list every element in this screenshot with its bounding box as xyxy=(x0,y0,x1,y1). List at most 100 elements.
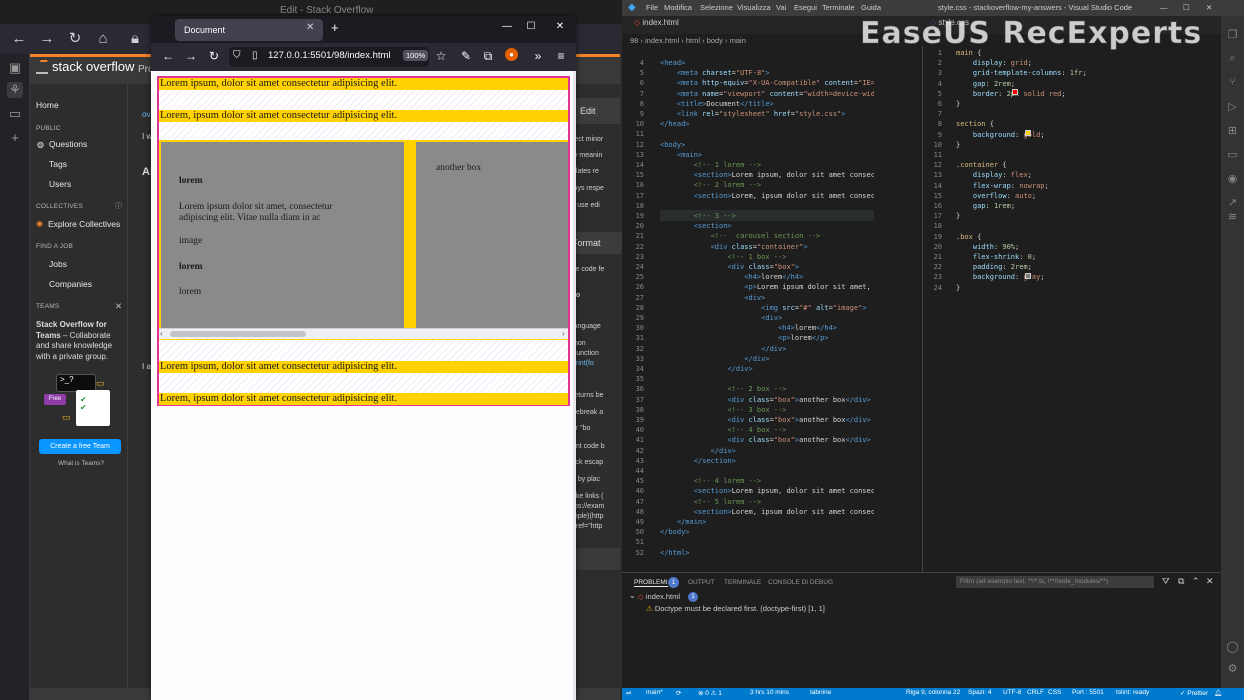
zoom-indicator[interactable]: 100% xyxy=(403,50,429,61)
code-line[interactable]: <!-- carousel section --> xyxy=(660,231,821,241)
window-close-icon[interactable]: ✕ xyxy=(553,21,567,32)
account-icon[interactable]: ◯ xyxy=(1225,640,1240,655)
code-line[interactable]: </div> xyxy=(660,446,736,456)
docker-icon[interactable]: ≋ xyxy=(1225,210,1240,225)
panel-chevron-up-icon[interactable]: ⌃ xyxy=(1192,576,1200,587)
extensions-icon[interactable]: ⊞ xyxy=(1225,124,1240,139)
forward-icon[interactable]: → xyxy=(38,30,56,48)
code-line[interactable]: } xyxy=(956,211,960,221)
bookmark-star-icon[interactable]: ☆ xyxy=(433,49,449,63)
collapse-all-icon[interactable]: ⧉ xyxy=(1178,576,1184,587)
sidebar-item-home[interactable]: Home xyxy=(36,100,59,110)
code-line[interactable]: <section>Lorem ipsum, dolor sit amet con… xyxy=(660,486,874,496)
tab-index-html[interactable]: ◇ index.html xyxy=(634,18,679,27)
problem-message[interactable]: ⚠ Doctype must be declared first. (docty… xyxy=(646,604,825,613)
status-language[interactable]: CSS xyxy=(1048,689,1061,696)
code-line[interactable]: </html> xyxy=(660,548,690,558)
menu-selezione[interactable]: Selezione xyxy=(700,3,733,12)
explorer-icon[interactable]: ❐ xyxy=(1225,28,1240,43)
code-line[interactable]: <!-- 1 box --> xyxy=(660,252,786,262)
code-line[interactable]: } xyxy=(956,283,960,293)
problems-filter-input[interactable]: Filtro (ad esempio text, **/*.ts, !**/no… xyxy=(956,576,1154,588)
maximize-icon[interactable]: ☐ xyxy=(524,21,538,32)
scroll-right-arrow-icon[interactable]: › xyxy=(562,329,565,338)
code-line[interactable]: <!-- 3 --> xyxy=(660,211,736,221)
sidebar-item-users[interactable]: Users xyxy=(49,179,71,189)
shield-icon[interactable]: ⛉ xyxy=(233,50,241,61)
forward-icon[interactable]: → xyxy=(183,49,199,63)
code-line[interactable]: <div> xyxy=(660,313,782,323)
so-button-fragment[interactable] xyxy=(576,548,620,570)
color-swatch-icon[interactable] xyxy=(1012,89,1018,95)
reload-icon[interactable]: ↻ xyxy=(66,30,84,48)
code-line[interactable]: <section> xyxy=(660,221,732,231)
menu-modifica[interactable]: Modifica xyxy=(664,3,692,12)
code-line[interactable]: .box { xyxy=(956,232,981,242)
code-line[interactable]: <img src="#" alt="image"> xyxy=(660,303,866,313)
code-line[interactable]: section { xyxy=(956,119,994,129)
code-line[interactable]: <section>Lorem ipsum, dolor sit amet con… xyxy=(660,170,874,180)
live-share-icon[interactable]: ↗ xyxy=(1225,196,1240,211)
scroll-left-arrow-icon[interactable]: ‹ xyxy=(160,329,163,338)
status-prettier[interactable]: ✓ Prettier xyxy=(1180,689,1208,697)
code-line[interactable]: </section> xyxy=(660,456,736,466)
filter-icon[interactable]: ⛛ xyxy=(1162,576,1170,587)
so-tab-title[interactable]: Edit - Stack Overflow xyxy=(280,5,373,16)
what-is-teams-link[interactable]: What is Teams? xyxy=(58,460,104,467)
code-line[interactable]: </body> xyxy=(660,527,690,537)
back-icon[interactable]: ← xyxy=(10,30,28,48)
color-swatch-icon[interactable] xyxy=(1025,273,1031,279)
home-icon[interactable]: ⌂ xyxy=(94,30,112,48)
chevron-down-icon[interactable]: ⌄ xyxy=(629,591,636,600)
status-time[interactable]: 3 hrs 10 mins xyxy=(750,689,789,696)
status-problems[interactable]: ⊗ 0 ⚠ 1 xyxy=(698,689,722,697)
code-line[interactable]: background: gray; xyxy=(956,272,1045,282)
code-line[interactable]: grid-template-columns: 1fr; xyxy=(956,68,1087,78)
workspace-icon[interactable]: ▭ xyxy=(7,106,23,122)
panel-tab-terminal[interactable]: TERMINALE xyxy=(724,579,761,586)
menu-esegui[interactable]: Esegui xyxy=(794,3,817,12)
code-line[interactable]: <div class="container"> xyxy=(660,242,808,252)
code-line[interactable]: </div> xyxy=(660,354,769,364)
code-line[interactable]: } xyxy=(956,140,960,150)
code-line[interactable]: <p>Lorem ipsum dolor sit amet, c xyxy=(660,282,874,292)
code-line[interactable]: overflow: auto; xyxy=(956,191,1036,201)
status-indent[interactable]: Spazi: 4 xyxy=(968,689,992,696)
sidebar-item-jobs[interactable]: Jobs xyxy=(49,259,67,269)
sidebar-item-companies[interactable]: Companies xyxy=(49,279,92,289)
code-line[interactable]: </div> xyxy=(660,364,752,374)
extension-badge-icon[interactable]: ● xyxy=(505,48,518,61)
maximize-icon[interactable]: ☐ xyxy=(1183,3,1190,12)
code-line[interactable]: </div> xyxy=(660,344,786,354)
status-cursor-position[interactable]: Riga 9, colonna 22 xyxy=(906,689,960,696)
code-line[interactable]: gap: 1rem; xyxy=(956,201,1015,211)
settings-gear-icon[interactable]: ⚙ xyxy=(1225,662,1240,677)
create-team-button[interactable]: Create a free Team xyxy=(39,439,121,454)
code-line[interactable]: <!-- 5 lorem --> xyxy=(660,497,761,507)
panel-tab-problems[interactable]: PROBLEMI xyxy=(634,579,668,587)
code-line[interactable]: <p>lorem</p> xyxy=(660,333,829,343)
status-branch[interactable]: main* xyxy=(646,689,663,696)
code-line[interactable]: <!-- 4 lorem --> xyxy=(660,476,761,486)
status-tabnine[interactable]: tabnine xyxy=(810,689,831,696)
panel-close-icon[interactable]: ✕ xyxy=(1206,576,1214,587)
code-line[interactable]: <main> xyxy=(660,150,702,160)
format-button[interactable]: Format xyxy=(572,232,622,254)
status-tslint[interactable]: tslint: ready xyxy=(1116,689,1149,696)
hamburger-menu-icon[interactable]: ≡ xyxy=(553,49,569,63)
tab-close-icon[interactable]: ✕ xyxy=(306,22,314,33)
url-text[interactable]: 127.0.0.1:5501/98/index.html xyxy=(268,50,391,61)
screenshot-icon[interactable]: ⧉ xyxy=(480,49,496,64)
code-line[interactable]: <section>Lorem, ipsum dolor sit amet con… xyxy=(660,507,874,517)
code-line[interactable]: <h4>lorem</h4> xyxy=(660,323,837,333)
extension-icon[interactable]: ⚘ xyxy=(7,82,23,98)
code-line[interactable]: <meta name="viewport" content="width=dev… xyxy=(660,89,874,99)
color-swatch-icon[interactable] xyxy=(1025,130,1031,136)
code-line[interactable]: <!-- 2 lorem --> xyxy=(660,180,761,190)
close-icon[interactable]: ✕ xyxy=(115,301,122,312)
code-line[interactable]: border: 2px solid red; xyxy=(956,89,1066,99)
panel-tab-output[interactable]: OUTPUT xyxy=(688,579,715,586)
code-line[interactable]: <link rel="stylesheet" href="style.css"> xyxy=(660,109,846,119)
code-line[interactable]: main { xyxy=(956,48,981,58)
minimize-icon[interactable]: — xyxy=(1160,3,1168,12)
